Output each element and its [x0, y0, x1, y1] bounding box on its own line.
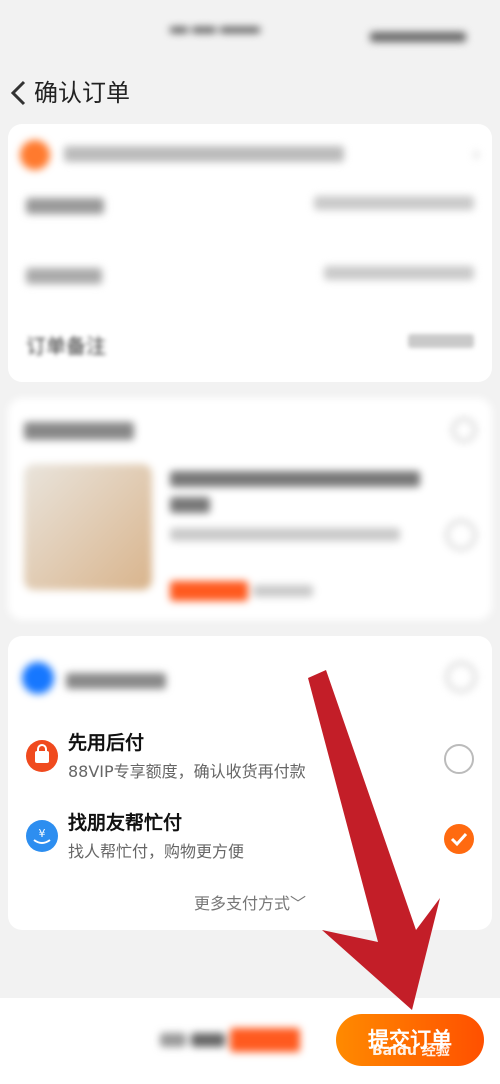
payment-option-pay-later[interactable]: 先用后付 88VIP专享额度，确认收货再付款 [26, 722, 474, 792]
page-header: 确认订单 [0, 66, 500, 122]
friend-pay-radio[interactable] [444, 824, 474, 854]
friend-pay-title: 找朋友帮忙付 [68, 812, 183, 834]
friend-pay-subtitle: 找人帮忙付，购物更方便 [68, 842, 245, 861]
delivery-row[interactable] [26, 184, 474, 224]
invoice-row[interactable] [26, 254, 474, 294]
default-payment-row[interactable] [22, 658, 492, 698]
order-remark-label: 订单备注 [26, 334, 106, 358]
chevron-left-icon [10, 80, 26, 106]
pay-later-subtitle: 88VIP专享额度，确认收货再付款 [68, 762, 306, 781]
hand-yuan-icon: ¥ [26, 820, 58, 852]
total-price-placeholder [160, 1028, 330, 1058]
chevron-right-icon: › [472, 144, 480, 165]
page-title: 确认订单 [34, 79, 130, 107]
recommend-select-radio[interactable] [446, 520, 476, 550]
more-payment-methods[interactable]: 更多支付方式﹀ [8, 890, 492, 914]
svg-text:¥: ¥ [39, 827, 46, 840]
default-payment-radio[interactable] [446, 662, 476, 692]
status-bar-battery [370, 26, 470, 46]
payment-option-friend-pay[interactable]: ¥ 找朋友帮忙付 找人帮忙付，购物更方便 [26, 802, 474, 872]
watermark: Baidu 经验 [372, 1043, 450, 1059]
order-remark-row[interactable]: 订单备注 [26, 322, 474, 362]
status-bar-network [168, 22, 278, 46]
recommend-title-placeholder [24, 420, 134, 440]
payment-card: 先用后付 88VIP专享额度，确认收货再付款 ¥ 找朋友帮忙付 找人帮忙付，购物… [8, 636, 492, 930]
product-image[interactable] [24, 464, 152, 590]
store-badge-icon [20, 140, 50, 170]
alipay-icon [22, 662, 54, 694]
store-name-placeholder [64, 146, 344, 162]
pay-later-title: 先用后付 [68, 732, 145, 754]
product-spec-placeholder [170, 524, 400, 543]
status-bar [0, 0, 500, 66]
check-icon [450, 832, 468, 847]
recommend-info-icon[interactable] [452, 418, 476, 442]
product-name-placeholder [170, 468, 420, 513]
pay-later-radio[interactable] [444, 744, 474, 774]
recommend-card [8, 398, 492, 620]
store-row[interactable]: › [20, 138, 480, 172]
bag-icon [26, 740, 58, 772]
back-button[interactable] [6, 78, 32, 108]
product-price-placeholder [170, 580, 314, 601]
order-info-card: › 订单备注 [8, 124, 492, 382]
